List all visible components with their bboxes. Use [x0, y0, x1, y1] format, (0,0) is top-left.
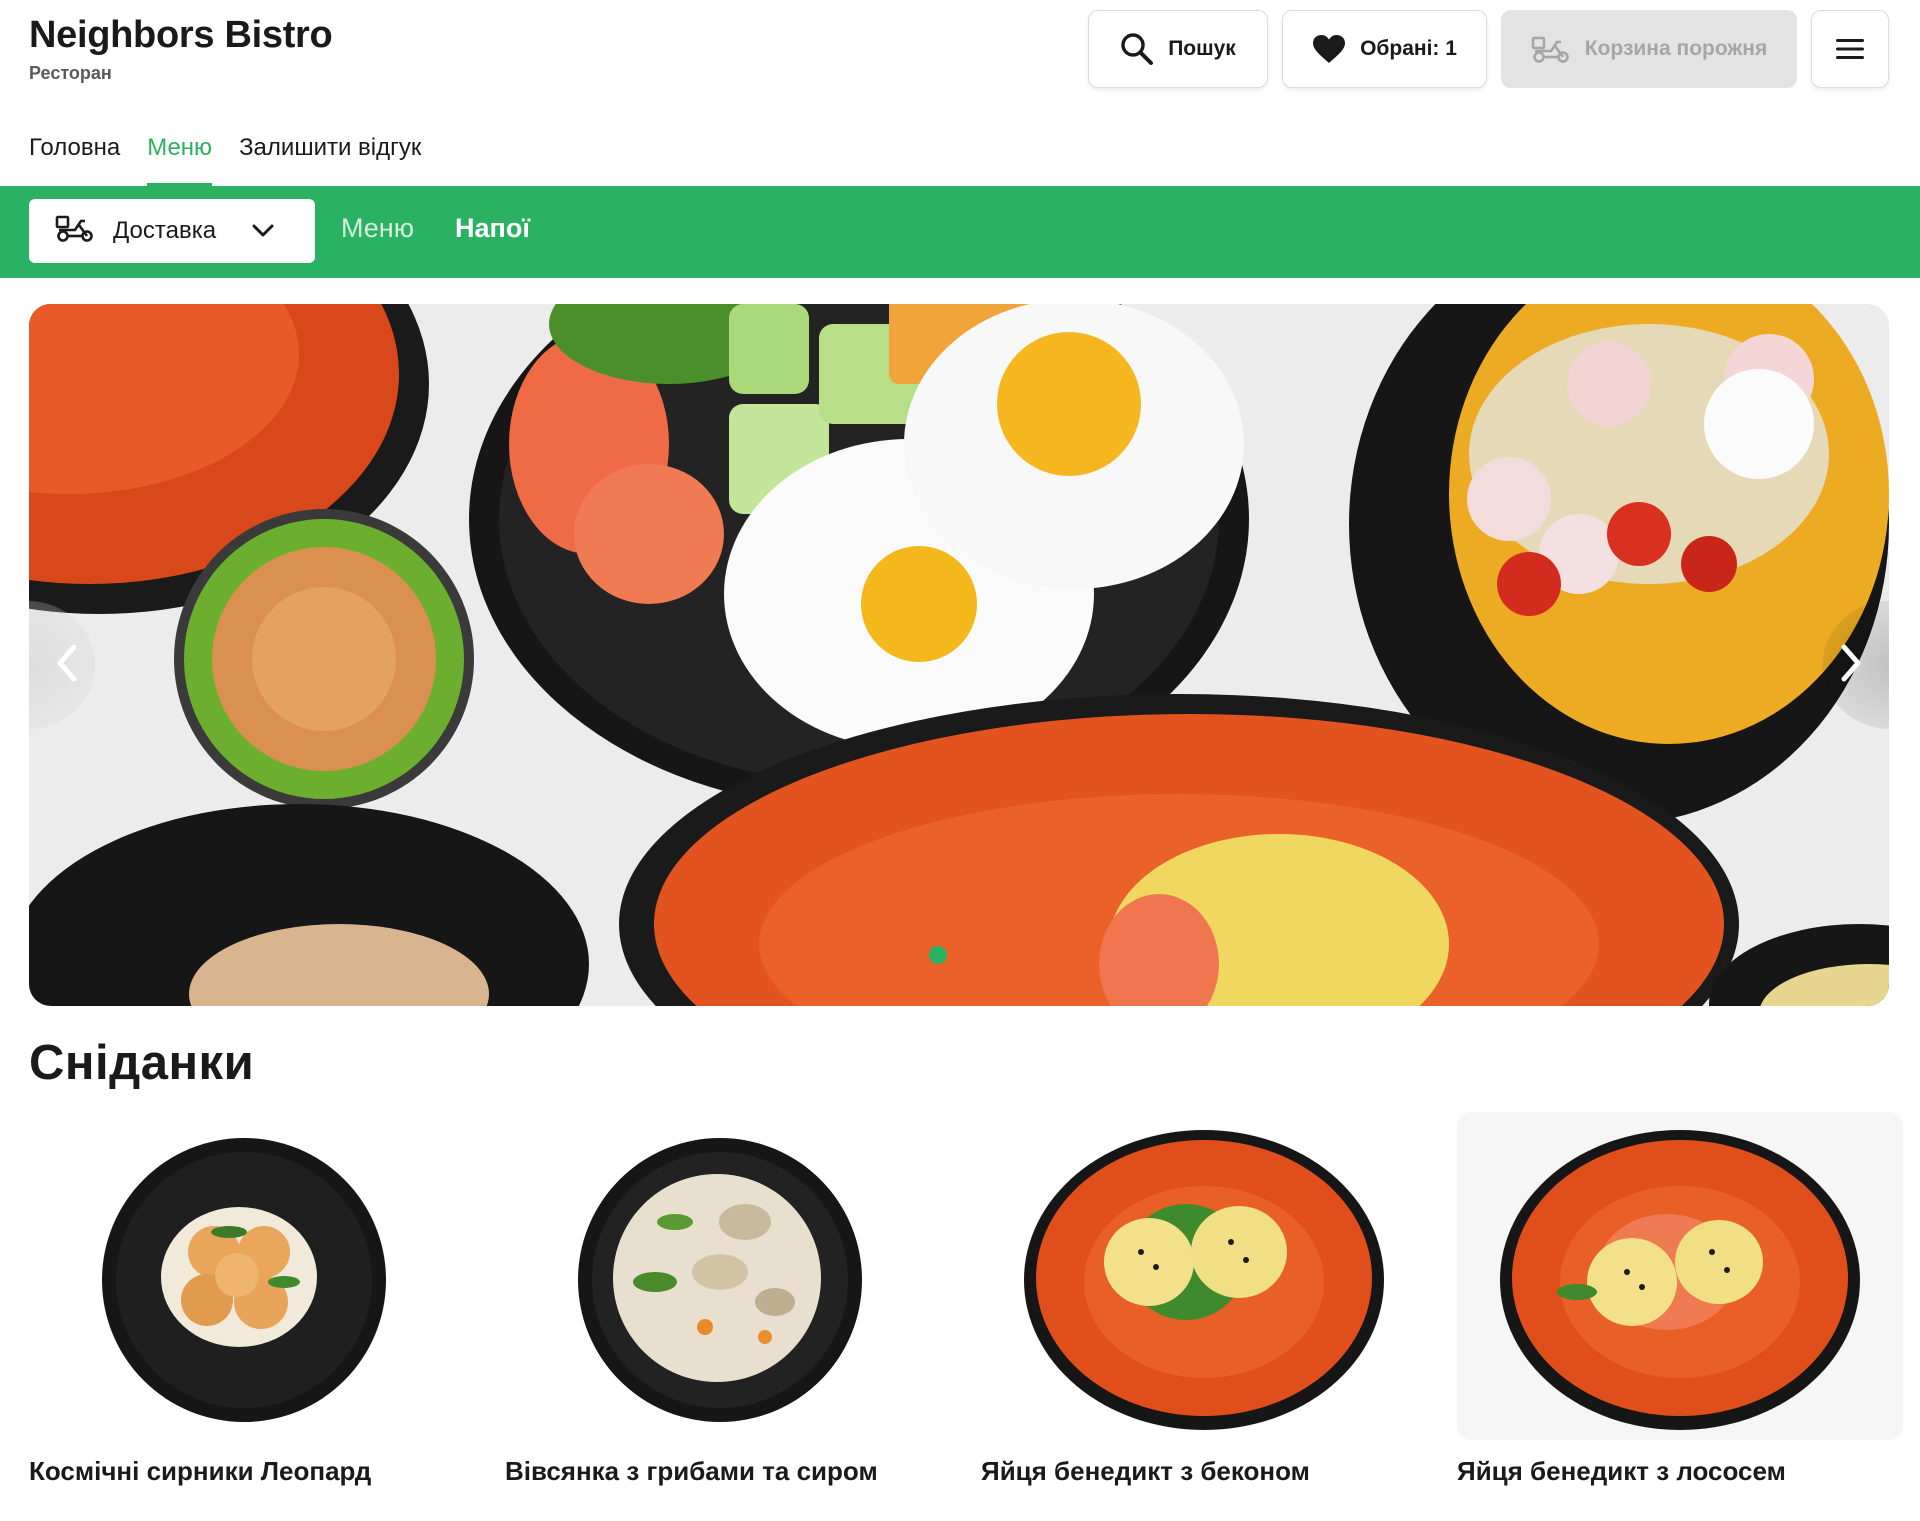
slider-next-button[interactable]	[1811, 590, 1889, 740]
scooter-icon	[55, 213, 95, 250]
heart-icon	[1312, 34, 1346, 64]
product-list: Космічні сирники Леопард Вівсянка з гриб…	[29, 1112, 1903, 1521]
product-card[interactable]: Яйця бенедикт з беконом	[981, 1112, 1427, 1521]
chevron-down-icon	[252, 217, 274, 245]
nav-item-review[interactable]: Залишити відгук	[239, 134, 421, 186]
chevron-left-icon	[56, 644, 78, 687]
category-link-menu[interactable]: Меню	[341, 213, 414, 244]
site-header: Neighbors Bistro Ресторан Пошук Обрані: …	[0, 0, 1920, 186]
category-link-drinks[interactable]: Напої	[455, 213, 530, 244]
search-icon	[1120, 32, 1154, 66]
cart-button[interactable]: Корзина порожня	[1501, 10, 1797, 88]
search-button-label: Пошук	[1168, 37, 1236, 60]
product-image	[981, 1112, 1427, 1440]
product-image	[505, 1112, 951, 1440]
product-title[interactable]: Яйця бенедикт з лососем	[1457, 1456, 1786, 1487]
hamburger-icon	[1836, 38, 1864, 60]
hero-food-image	[29, 304, 1889, 1006]
brand-name[interactable]: Neighbors Bistro	[29, 14, 333, 57]
delivery-mode-label: Доставка	[113, 217, 217, 244]
main-nav: Головна Меню Залишити відгук	[29, 134, 421, 186]
product-title[interactable]: Вівсянка з грибами та сиром	[505, 1456, 878, 1487]
hamburger-menu-button[interactable]	[1811, 10, 1889, 88]
product-image	[29, 1112, 475, 1440]
favorites-button[interactable]: Обрані: 1	[1282, 10, 1487, 88]
product-card[interactable]: Космічні сирники Леопард	[29, 1112, 475, 1521]
product-card[interactable]: Яйця бенедикт з лососем	[1457, 1112, 1903, 1521]
cart-status-label: Корзина порожня	[1584, 37, 1768, 60]
hero-slider[interactable]	[29, 304, 1889, 1006]
product-title[interactable]: Космічні сирники Леопард	[29, 1456, 371, 1487]
nav-item-home[interactable]: Головна	[29, 134, 120, 186]
product-card[interactable]: Вівсянка з грибами та сиром	[505, 1112, 951, 1521]
product-title[interactable]: Яйця бенедикт з беконом	[981, 1456, 1310, 1487]
delivery-mode-select[interactable]: Доставка	[29, 199, 315, 263]
slider-dot-active[interactable]	[929, 946, 947, 964]
scooter-icon	[1531, 34, 1571, 64]
search-button[interactable]: Пошук	[1088, 10, 1268, 88]
category-bar: Доставка Меню Напої	[0, 186, 1920, 278]
nav-item-menu[interactable]: Меню	[147, 134, 212, 186]
brand-subtitle: Ресторан	[29, 63, 112, 83]
slider-prev-button[interactable]	[29, 590, 107, 740]
chevron-right-icon	[1840, 644, 1862, 687]
section-title: Сніданки	[29, 1036, 255, 1090]
product-image	[1457, 1112, 1903, 1440]
favorites-count-label: Обрані: 1	[1360, 37, 1457, 60]
